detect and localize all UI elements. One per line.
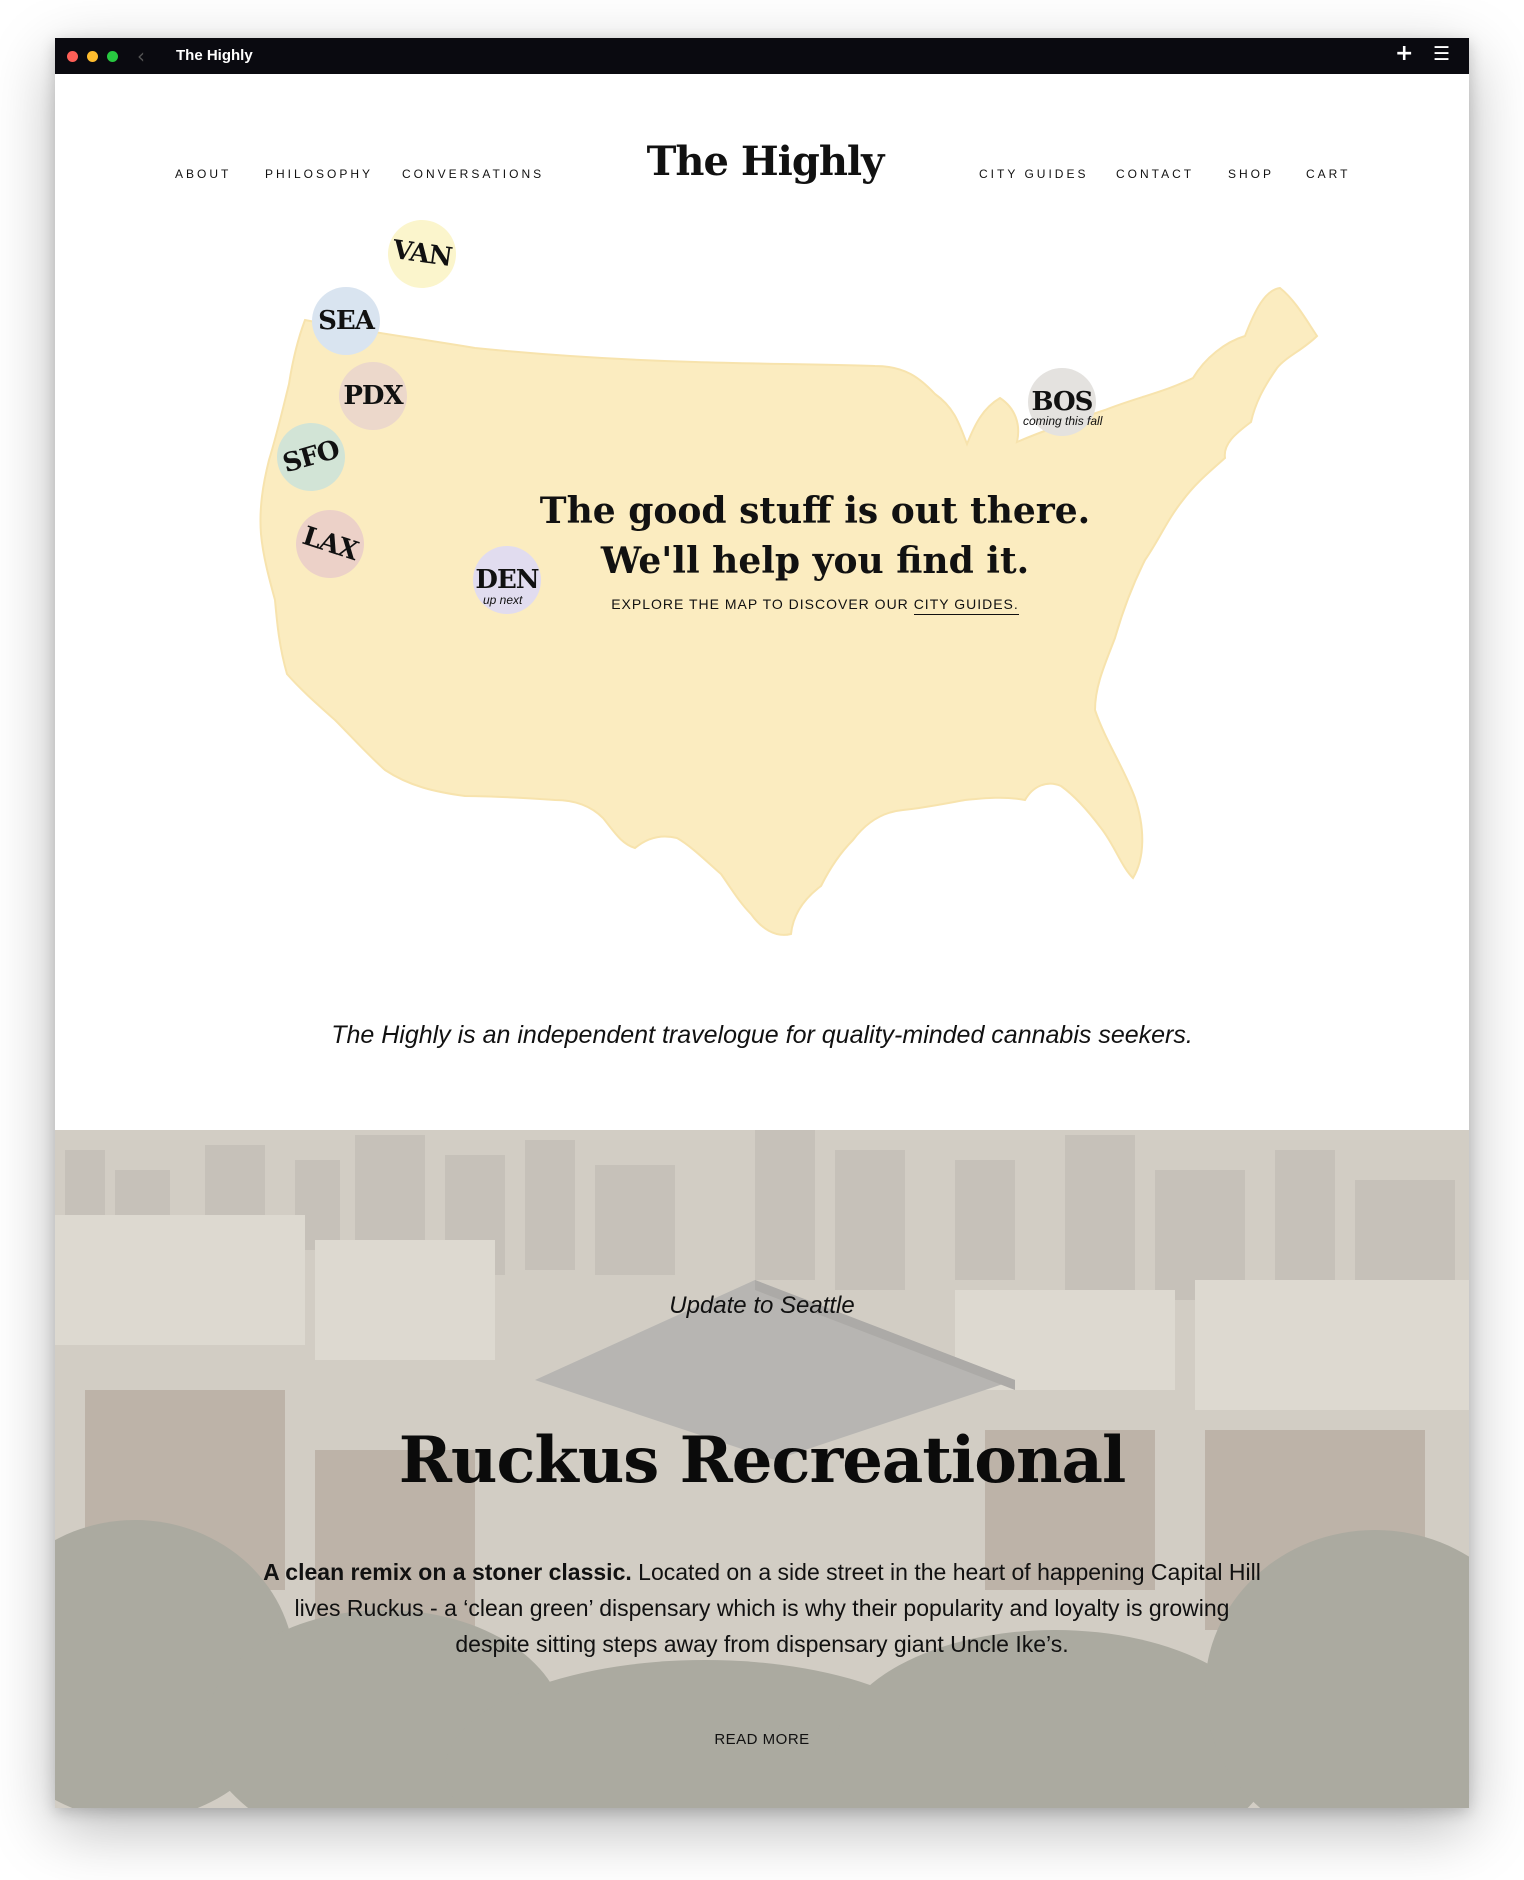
zoom-window-button[interactable]	[107, 51, 118, 62]
nav-about[interactable]: ABOUT	[175, 167, 231, 181]
minimize-window-button[interactable]	[87, 51, 98, 62]
hamburger-menu-icon[interactable]: ☰	[1433, 43, 1450, 65]
pin-bos-note: coming this fall	[1023, 414, 1103, 428]
feature-lead: A clean remix on a stoner classic.	[263, 1559, 632, 1585]
nav-contact[interactable]: CONTACT	[1116, 167, 1194, 181]
nav-cart[interactable]: CART	[1306, 167, 1350, 181]
window-title: The Highly	[176, 47, 253, 64]
pin-pdx[interactable]: PDX	[339, 362, 407, 430]
pin-sea[interactable]: SEA	[312, 287, 380, 355]
explore-map-text: EXPLORE THE MAP TO DISCOVER OUR CITY GUI…	[435, 596, 1195, 615]
feature-kicker: Update to Seattle	[669, 1292, 855, 1319]
hero-headline-line-2: We'll help you find it.	[600, 540, 1030, 582]
close-window-button[interactable]	[67, 51, 78, 62]
read-more-link[interactable]: READ MORE	[55, 1731, 1469, 1748]
nav-city-guides[interactable]: CITY GUIDES	[979, 167, 1088, 181]
nav-conversations[interactable]: CONVERSATIONS	[402, 167, 544, 181]
nav-shop[interactable]: SHOP	[1228, 167, 1274, 181]
hero-headline-line-1: The good stuff is out there.	[539, 490, 1091, 532]
site-tagline: The Highly is an independent travelogue …	[331, 1021, 1193, 1049]
title-bar: ‹ The Highly + ☰	[55, 38, 1469, 74]
nav-philosophy[interactable]: PHILOSOPHY	[265, 167, 373, 181]
explore-prefix: EXPLORE THE MAP TO DISCOVER OUR	[611, 596, 914, 612]
new-tab-plus-icon[interactable]: +	[1395, 41, 1413, 66]
feature-title[interactable]: Ruckus Recreational	[55, 1423, 1469, 1498]
feature-body: A clean remix on a stoner classic. Locat…	[262, 1554, 1262, 1662]
site-logo[interactable]: The Highly	[615, 138, 915, 185]
browser-window: ‹ The Highly + ☰ ABOUT PHILOSOPHY CONVER…	[55, 38, 1469, 1808]
back-arrow-icon[interactable]: ‹	[137, 44, 145, 68]
city-guides-link[interactable]: CITY GUIDES.	[913, 596, 1019, 615]
